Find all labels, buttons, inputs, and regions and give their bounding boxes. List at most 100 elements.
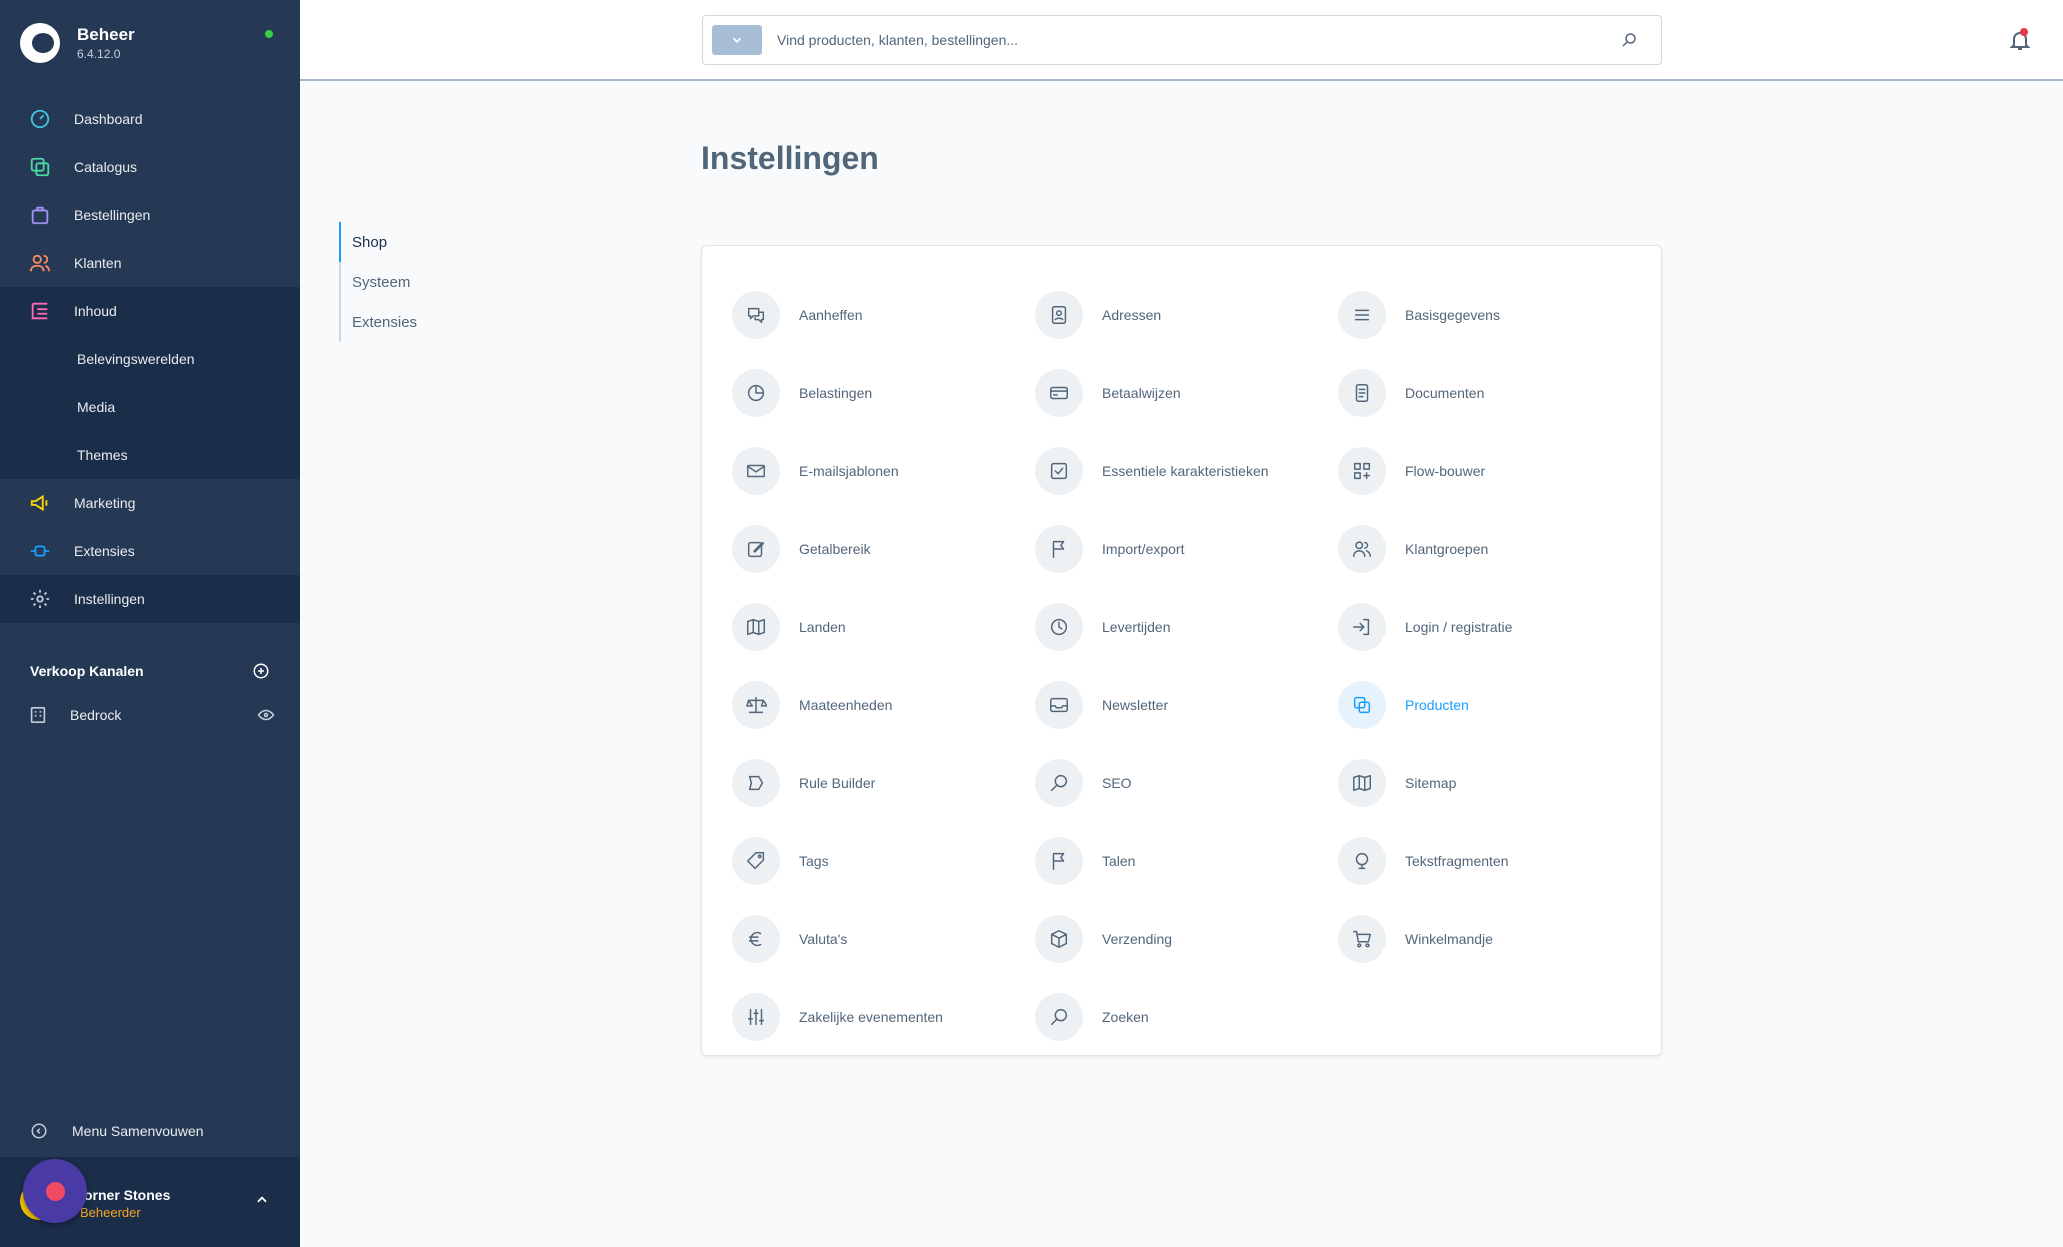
setting-item[interactable]: Verzending: [1035, 900, 1338, 978]
setting-item[interactable]: Betaalwijzen: [1035, 354, 1338, 432]
setting-item[interactable]: E-mailsjablonen: [732, 432, 1035, 510]
sales-channels-title: Verkoop Kanalen: [30, 663, 144, 679]
nav-label: Extensies: [74, 543, 135, 559]
setting-item[interactable]: Aanheffen: [732, 276, 1035, 354]
setting-item[interactable]: Valuta's: [732, 900, 1035, 978]
search-icon: [1035, 759, 1083, 807]
setting-item[interactable]: Documenten: [1338, 354, 1642, 432]
nav-subitem-media[interactable]: Media: [0, 383, 300, 431]
tab-shop[interactable]: Shop: [338, 222, 417, 262]
nav-item-dashboard[interactable]: Dashboard: [0, 95, 300, 143]
sales-channel-item[interactable]: Bedrock: [30, 706, 275, 724]
setting-label: Basisgegevens: [1405, 307, 1500, 323]
setting-label: Newsletter: [1102, 697, 1169, 713]
setting-label: Zakelijke evenementen: [799, 1009, 943, 1025]
search-type-dropdown[interactable]: [712, 25, 762, 55]
online-status-dot: [265, 30, 273, 38]
setting-label: Betaalwijzen: [1102, 385, 1181, 401]
setting-item[interactable]: SEO: [1035, 744, 1338, 822]
eye-icon[interactable]: [257, 706, 275, 724]
storefront-icon: [30, 706, 46, 724]
setting-item[interactable]: Klantgroepen: [1338, 510, 1642, 588]
nav-item-klanten[interactable]: Klanten: [0, 239, 300, 287]
setting-item[interactable]: Zakelijke evenementen: [732, 978, 1035, 1056]
nav-label: Dashboard: [74, 111, 143, 127]
setting-item[interactable]: Login / registratie: [1338, 588, 1642, 666]
setting-item[interactable]: Tags: [732, 822, 1035, 900]
edit-icon: [732, 525, 780, 573]
settings-card: Aanheffen Adressen Basisgegevens Belastinge…: [701, 245, 1662, 1056]
nav-label: Klanten: [74, 255, 122, 271]
nav-item-inhoud[interactable]: Inhoud: [0, 287, 300, 335]
setting-item[interactable]: Levertijden: [1035, 588, 1338, 666]
setting-label: Tekstfragmenten: [1405, 853, 1509, 869]
search-input[interactable]: [777, 25, 1609, 55]
setting-label: Talen: [1102, 853, 1136, 869]
setting-item[interactable]: Belastingen: [732, 354, 1035, 432]
search-icon: [1035, 993, 1083, 1041]
nav-item-marketing[interactable]: Marketing: [0, 479, 300, 527]
snippet-icon: [1338, 837, 1386, 885]
nav-item-catalogus[interactable]: Catalogus: [0, 143, 300, 191]
nav-subitem-belevingswerelden[interactable]: Belevingswerelden: [0, 335, 300, 383]
search-icon[interactable]: [1609, 31, 1649, 49]
collapse-menu-label: Menu Samenvouwen: [72, 1123, 204, 1139]
map-icon: [732, 603, 780, 651]
address-book-icon: [1035, 291, 1083, 339]
collapse-menu-button[interactable]: Menu Samenvouwen: [30, 1122, 204, 1140]
setting-label: Aanheffen: [799, 307, 863, 323]
flag-icon: [1035, 525, 1083, 573]
setting-item[interactable]: Flow-bouwer: [1338, 432, 1642, 510]
setting-item[interactable]: Essentiele karakteristieken: [1035, 432, 1338, 510]
nav-label: Marketing: [74, 495, 136, 511]
nav-item-instellingen[interactable]: Instellingen: [0, 575, 300, 623]
setting-label: Rule Builder: [799, 775, 876, 791]
setting-item[interactable]: Basisgegevens: [1338, 276, 1642, 354]
setting-label: Verzending: [1102, 931, 1173, 947]
sign-in-icon: [1338, 603, 1386, 651]
setting-item[interactable]: Sitemap: [1338, 744, 1642, 822]
setting-item[interactable]: Import/export: [1035, 510, 1338, 588]
nav-label: Catalogus: [74, 159, 138, 175]
setting-label: Landen: [799, 619, 846, 635]
setting-label: SEO: [1102, 775, 1132, 791]
setting-item[interactable]: Newsletter: [1035, 666, 1338, 744]
setting-item[interactable]: Talen: [1035, 822, 1338, 900]
credit-card-icon: [1035, 369, 1083, 417]
shopping-bag-icon: [28, 203, 52, 227]
nav-item-extensies[interactable]: Extensies: [0, 527, 300, 575]
tab-extensies[interactable]: Extensies: [341, 302, 417, 342]
setting-item[interactable]: Zoeken: [1035, 978, 1338, 1056]
global-search: [702, 15, 1662, 65]
nav-label: Instellingen: [74, 591, 145, 607]
add-sales-channel-icon[interactable]: [252, 662, 270, 680]
gear-icon: [28, 587, 52, 611]
nav-item-bestellingen[interactable]: Bestellingen: [0, 191, 300, 239]
setting-item[interactable]: Winkelmandje: [1338, 900, 1642, 978]
setting-item[interactable]: Rule Builder: [732, 744, 1035, 822]
package-icon: [1035, 915, 1083, 963]
recording-indicator-button[interactable]: [23, 1159, 87, 1223]
chevron-up-icon[interactable]: [255, 1193, 269, 1207]
setting-item[interactable]: Tekstfragmenten: [1338, 822, 1642, 900]
plug-icon: [28, 539, 52, 563]
setting-item[interactable]: Maateenheden: [732, 666, 1035, 744]
setting-label: Zoeken: [1102, 1009, 1149, 1025]
clock-icon: [1035, 603, 1083, 651]
setting-label: Essentiele karakteristieken: [1102, 463, 1269, 479]
sliders-icon: [732, 993, 780, 1041]
setting-item[interactable]: Producten: [1338, 666, 1642, 744]
setting-label: Valuta's: [799, 931, 848, 947]
cart-icon: [1338, 915, 1386, 963]
setting-item[interactable]: Getalbereik: [732, 510, 1035, 588]
gauge-icon: [28, 107, 52, 131]
setting-label: Winkelmandje: [1405, 931, 1493, 947]
app-version: 6.4.12.0: [77, 47, 121, 61]
tab-systeem[interactable]: Systeem: [341, 262, 417, 302]
nav-subitem-themes[interactable]: Themes: [0, 431, 300, 479]
flow-icon: [1338, 447, 1386, 495]
setting-item[interactable]: Adressen: [1035, 276, 1338, 354]
brand[interactable]: Beheer 6.4.12.0: [20, 20, 135, 66]
setting-item[interactable]: Landen: [732, 588, 1035, 666]
flag-icon: [1035, 837, 1083, 885]
